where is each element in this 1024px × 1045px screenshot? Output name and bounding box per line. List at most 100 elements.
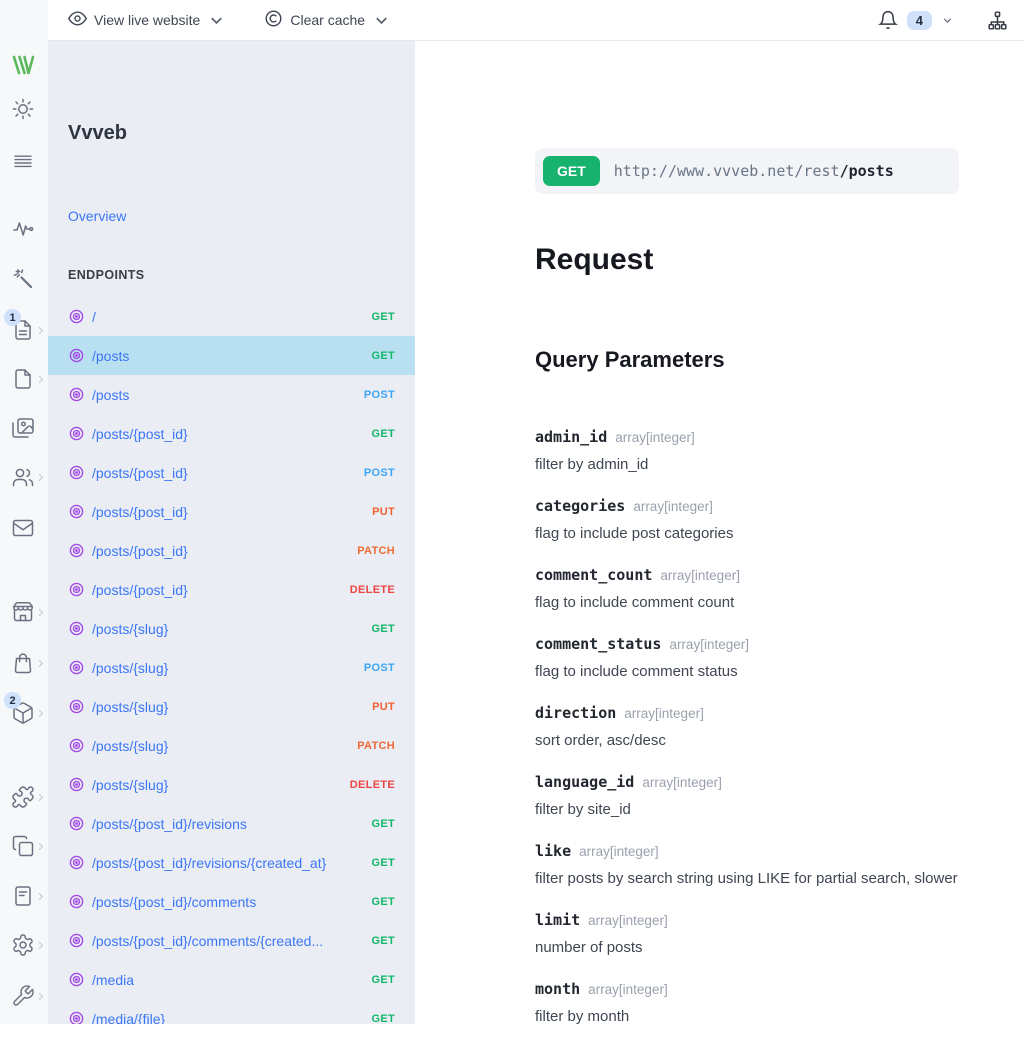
endpoint-item[interactable]: /posts/{post_id}POST — [48, 453, 415, 492]
endpoint-path: /posts/{post_id} — [92, 543, 349, 559]
endpoint-bullseye-icon — [68, 542, 85, 559]
endpoint-method-badge: GET — [371, 818, 395, 830]
pages-icon[interactable] — [11, 367, 37, 393]
endpoint-bullseye-icon — [68, 932, 85, 949]
endpoint-item[interactable]: /GET — [48, 297, 415, 336]
endpoint-item[interactable]: /mediaGET — [48, 960, 415, 999]
settings-gear-icon[interactable] — [11, 933, 37, 959]
endpoint-path: /posts/{slug} — [92, 621, 363, 637]
request-url: http://www.vvveb.net/rest/posts — [614, 162, 894, 180]
store-icon[interactable] — [11, 600, 37, 626]
endpoint-item[interactable]: /posts/{post_id}/comments/{created...GET — [48, 921, 415, 960]
chevron-down-icon[interactable] — [941, 14, 954, 27]
parameter-description: filter by site_id — [535, 796, 984, 823]
endpoint-path: /media — [92, 972, 363, 988]
products-box-icon[interactable]: 2 — [11, 701, 37, 727]
endpoint-item[interactable]: /posts/{slug}POST — [48, 648, 415, 687]
chevron-right-icon — [35, 658, 46, 669]
endpoint-bullseye-icon — [68, 698, 85, 715]
parameter-type: array[integer] — [588, 913, 668, 928]
sitemap-icon[interactable] — [987, 10, 1008, 31]
vvveb-logo-icon[interactable] — [11, 53, 37, 79]
endpoints-sidebar: Vvveb Overview ENDPOINTS /GET/postsGET/p… — [48, 40, 415, 1024]
endpoint-item[interactable]: /posts/{post_id}PATCH — [48, 531, 415, 570]
endpoint-method-badge: PATCH — [357, 740, 395, 752]
view-live-website-label: View live website — [94, 12, 200, 28]
endpoint-path: /posts/{post_id}/revisions — [92, 816, 363, 832]
posts-icon[interactable]: 1 — [11, 318, 37, 344]
forms-document-icon[interactable] — [11, 884, 37, 910]
endpoint-bullseye-icon — [68, 1010, 85, 1024]
endpoint-item[interactable]: /postsPOST — [48, 375, 415, 414]
magic-wand-icon[interactable] — [11, 267, 37, 293]
request-path: /posts — [840, 162, 894, 180]
query-parameter: directionarray[integer]sort order, asc/d… — [535, 700, 984, 754]
endpoint-item[interactable]: /posts/{post_id}/commentsGET — [48, 882, 415, 921]
top-toolbar: View live website Clear cache 4 — [48, 0, 1024, 41]
chevron-right-icon — [35, 792, 46, 803]
parameter-name: like — [535, 842, 571, 860]
query-parameter: likearray[integer]filter posts by search… — [535, 838, 984, 892]
endpoint-item[interactable]: /posts/{slug}PATCH — [48, 726, 415, 765]
view-live-website-button[interactable]: View live website — [68, 9, 226, 31]
themes-copy-icon[interactable] — [11, 834, 37, 860]
chevron-right-icon — [35, 991, 46, 1002]
endpoint-item[interactable]: /posts/{post_id}DELETE — [48, 570, 415, 609]
parameter-name: language_id — [535, 773, 634, 791]
chevron-down-icon — [372, 11, 391, 30]
query-parameter: limitarray[integer]number of posts — [535, 907, 984, 961]
users-icon[interactable] — [11, 465, 37, 491]
endpoint-bullseye-icon — [68, 347, 85, 364]
query-parameter: montharray[integer]filter by month — [535, 976, 984, 1030]
tools-wrench-icon[interactable] — [11, 984, 37, 1010]
notification-count-badge[interactable]: 4 — [907, 11, 932, 30]
plugins-puzzle-icon[interactable] — [11, 785, 37, 811]
endpoint-bullseye-icon — [68, 464, 85, 481]
endpoint-method-badge: DELETE — [350, 584, 395, 596]
parameter-description: number of posts — [535, 934, 984, 961]
endpoint-method-badge: GET — [371, 1013, 395, 1025]
count-badge: 2 — [4, 692, 21, 709]
query-parameter: language_id array[integer] filter by site_… — [535, 769, 984, 823]
chevron-down-icon — [207, 11, 226, 30]
query-parameter: comment_statusarray[integer]flag to incl… — [535, 631, 984, 685]
endpoint-item[interactable]: /media/{file}GET — [48, 999, 415, 1024]
parameter-name: admin_id — [535, 428, 607, 446]
endpoint-item[interactable]: /posts/{post_id}PUT — [48, 492, 415, 531]
parameter-type: array[integer] — [588, 982, 668, 997]
endpoint-item[interactable]: /posts/{post_id}/revisions GET — [48, 804, 415, 843]
endpoint-item[interactable]: /posts/{post_id}/revisions/{created_at}G… — [48, 843, 415, 882]
endpoint-bullseye-icon — [68, 620, 85, 637]
orders-bag-icon[interactable] — [11, 651, 37, 677]
endpoint-method-badge: POST — [364, 662, 395, 674]
endpoint-bullseye-icon — [68, 737, 85, 754]
endpoint-path: /posts — [92, 387, 356, 403]
endpoint-item[interactable]: /posts/{post_id}GET — [48, 414, 415, 453]
endpoint-bullseye-icon — [68, 893, 85, 910]
parameter-type: array[integer] — [669, 637, 749, 652]
endpoint-method-badge: GET — [371, 311, 395, 323]
clear-cache-label: Clear cache — [290, 12, 365, 28]
activity-icon[interactable] — [11, 216, 37, 242]
menu-icon[interactable] — [11, 149, 37, 175]
endpoint-item[interactable]: /posts/{slug}GET — [48, 609, 415, 648]
icon-rail: 12 — [0, 0, 48, 1024]
endpoint-item[interactable]: /postsGET — [48, 336, 415, 375]
overview-link[interactable]: Overview — [68, 208, 126, 224]
chevron-right-icon — [35, 374, 46, 385]
endpoint-item[interactable]: /posts/{slug}DELETE — [48, 765, 415, 804]
media-icon[interactable] — [11, 416, 37, 442]
endpoint-bullseye-icon — [68, 659, 85, 676]
endpoint-item[interactable]: /posts/{slug}PUT — [48, 687, 415, 726]
mail-icon[interactable] — [11, 516, 37, 542]
count-badge: 1 — [4, 309, 21, 326]
sidebar-title: Vvveb — [68, 122, 127, 145]
clear-cache-button[interactable]: Clear cache — [264, 9, 391, 31]
toolbar-left: View live website Clear cache — [48, 9, 878, 31]
parameter-type: array[integer] — [642, 775, 722, 790]
notifications-bell-icon[interactable] — [878, 10, 898, 30]
theme-sun-icon[interactable] — [11, 97, 37, 123]
clear-cache-icon — [264, 9, 283, 31]
parameter-type: array[integer] — [624, 706, 704, 721]
parameter-description: filter posts by search string using LIKE… — [535, 865, 984, 892]
